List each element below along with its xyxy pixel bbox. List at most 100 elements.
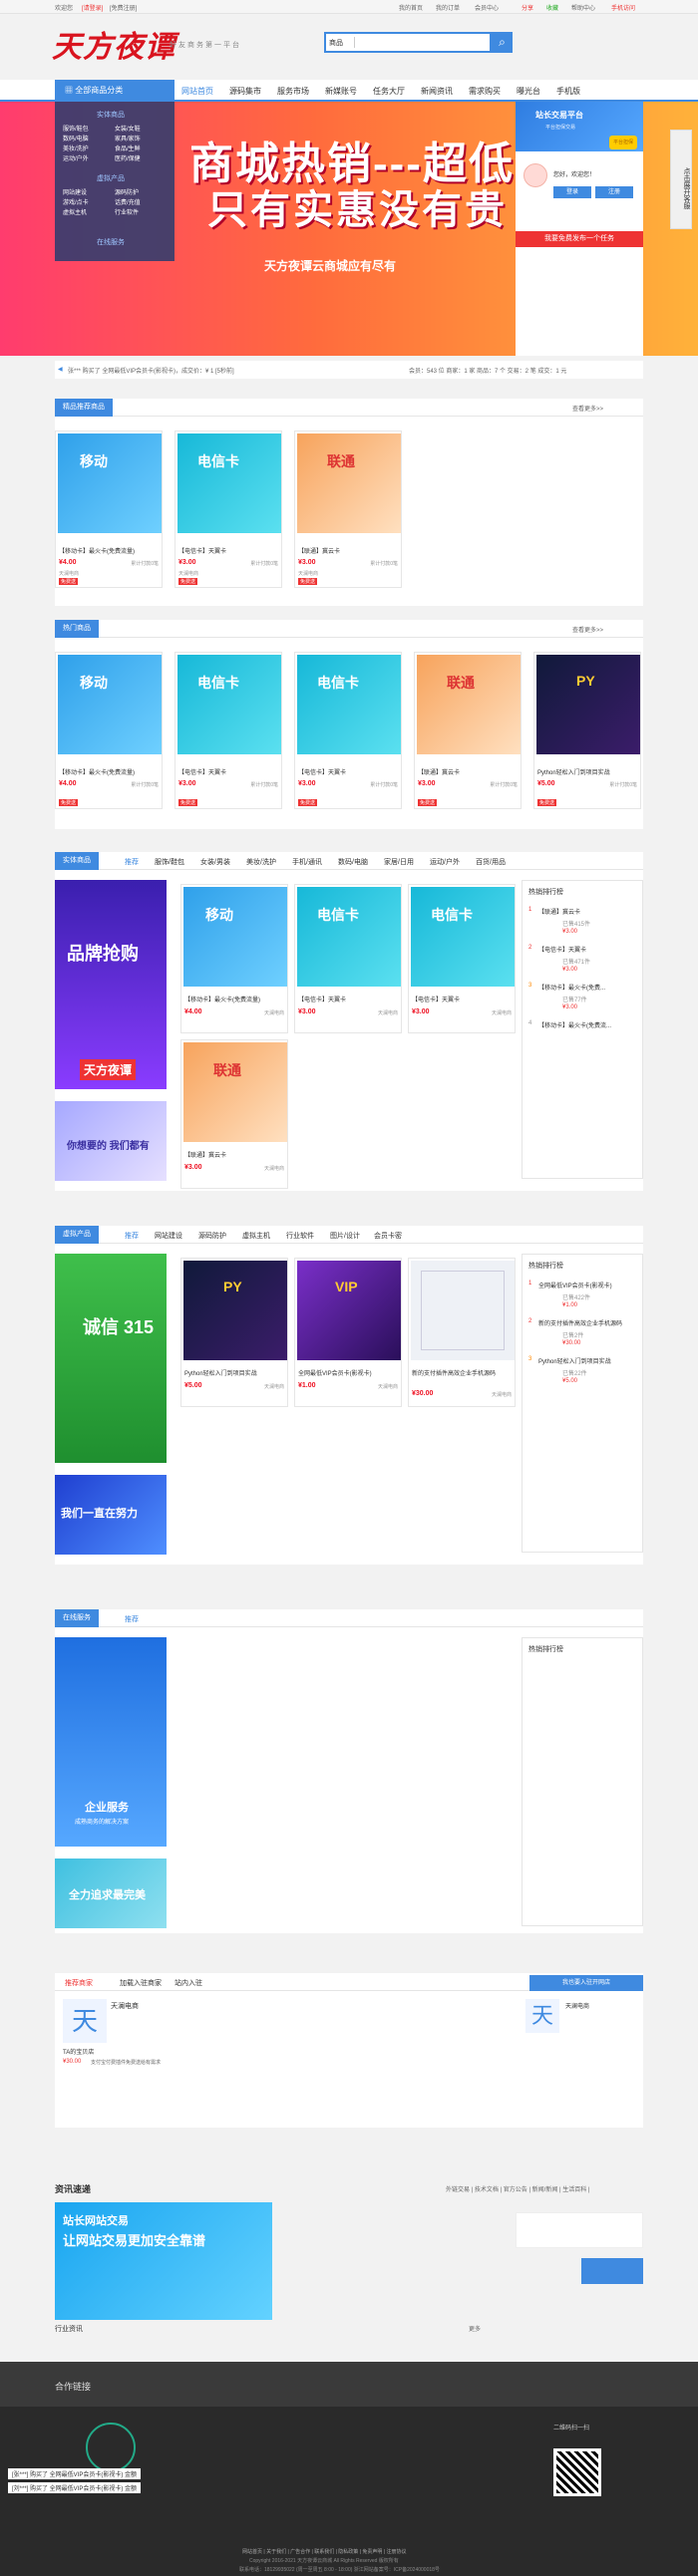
product-title[interactable]: 【移动卡】最火卡(免费流量): [59, 767, 163, 776]
virtual-tab[interactable]: 会员卡密: [374, 1231, 402, 1241]
product-card[interactable]: 电信卡 【电信卡】天翼卡 ¥3.00 天澜电商: [408, 884, 516, 1033]
menu-group-virtual[interactable]: 虚拟产品: [97, 173, 125, 183]
top-link-fav[interactable]: 收藏: [546, 3, 558, 12]
product-card[interactable]: 移动 【移动卡】最火卡(免费流量) ¥4.00 累计付款0笔 免费送: [55, 652, 163, 809]
rank-item[interactable]: 全网最低VIP会员卡(影视卡): [538, 1281, 638, 1289]
shop-logo-2[interactable]: 天: [525, 1999, 559, 2033]
physical-tab[interactable]: 数码/电脑: [338, 857, 368, 867]
product-card[interactable]: 移动 【移动卡】最火卡(免费流量) ¥4.00 累计付款0笔 天澜电商 免费送: [55, 430, 163, 588]
virtual-tab[interactable]: 图片/设计: [330, 1231, 360, 1241]
merchant-tab[interactable]: 推荐商家: [65, 1978, 93, 1988]
product-title[interactable]: 【移动卡】最火卡(免费流量): [184, 995, 288, 1003]
top-link-orders[interactable]: 我的订单: [436, 3, 460, 12]
register-button[interactable]: 注册: [595, 186, 633, 198]
menu-item[interactable]: 医药/保健: [115, 153, 141, 162]
open-shop-button[interactable]: 我也要入驻开网店: [529, 1975, 643, 1991]
menu-item[interactable]: 话费/充值: [115, 197, 141, 206]
product-card[interactable]: 新的支付插件高效企业手机源码 ¥30.00 天澜电商: [408, 1258, 516, 1407]
physical-tab[interactable]: 美妆/洗护: [246, 857, 276, 867]
merchant-tab[interactable]: 站内入驻: [174, 1978, 202, 1988]
news-more[interactable]: 更多: [469, 2324, 481, 2333]
product-title[interactable]: 全网最低VIP会员卡(影视卡): [298, 1368, 402, 1377]
nav-news[interactable]: 新闻资讯: [421, 86, 453, 97]
product-title[interactable]: 【联通】冀云卡: [418, 767, 522, 776]
search-box[interactable]: 商品: [324, 32, 492, 53]
physical-tab[interactable]: 女装/男装: [200, 857, 230, 867]
menu-item[interactable]: 美妆/洗护: [63, 143, 89, 152]
product-card[interactable]: PY Python轻松入门到项目实战 ¥5.00 累计付款0笔 免费送: [533, 652, 641, 809]
menu-item[interactable]: 源码防护: [115, 187, 139, 196]
product-card[interactable]: 电信卡 【电信卡】天翼卡 ¥3.00 累计付款0笔 免费送: [174, 652, 282, 809]
category-menu-button[interactable]: ▦ 全部商品分类: [55, 80, 174, 102]
shop-name[interactable]: 天澜电商: [111, 2001, 139, 2011]
product-title[interactable]: Python轻松入门到项目实战: [537, 767, 641, 776]
shop-item[interactable]: 支付宝付费插件免费送给有需求: [91, 2059, 161, 2066]
news-banner[interactable]: 站长网站交易 让网站交易更加安全靠谱: [55, 2202, 272, 2320]
rank-item[interactable]: 新的支付插件高效企业手机源码: [538, 1318, 638, 1327]
product-title[interactable]: 【电信卡】天翼卡: [178, 546, 282, 555]
menu-item[interactable]: 服饰/鞋包: [63, 124, 89, 133]
physical-tab[interactable]: 家居/日用: [384, 857, 414, 867]
virtual-tab[interactable]: 行业软件: [286, 1231, 314, 1241]
physical-tab[interactable]: 服饰/鞋包: [155, 857, 184, 867]
product-card[interactable]: 电信卡 【电信卡】天翼卡 ¥3.00 天澜电商: [294, 884, 402, 1033]
product-card[interactable]: 联通 【联通】冀云卡 ¥3.00 天澜电商: [180, 1039, 288, 1189]
nav-home[interactable]: 网站首页: [181, 86, 213, 97]
nav-task[interactable]: 任务大厅: [373, 86, 405, 97]
product-title[interactable]: 【电信卡】天翼卡: [412, 995, 516, 1003]
footer-links[interactable]: 网站首页 | 关于我们 | 广告合作 | 联系我们 | 隐私政策 | 免责声明 …: [242, 2548, 406, 2555]
menu-item[interactable]: 游戏/点卡: [63, 197, 89, 206]
promo-banner[interactable]: 企业服务 成熟商务的解决方案: [55, 1637, 167, 1847]
menu-group-physical[interactable]: 实体商品: [97, 110, 125, 120]
nav-expose[interactable]: 曝光台: [517, 86, 540, 97]
service-tab[interactable]: 推荐: [125, 1614, 139, 1624]
product-card[interactable]: VIP 全网最低VIP会员卡(影视卡) ¥1.00 天澜电商: [294, 1258, 402, 1407]
top-link-home[interactable]: 我的首页: [399, 3, 423, 12]
product-title[interactable]: 新的支付插件高效企业手机源码: [412, 1368, 516, 1386]
menu-item[interactable]: 数码/电脑: [63, 134, 89, 143]
menu-item[interactable]: 运动/户外: [63, 153, 89, 162]
physical-tab[interactable]: 推荐: [125, 857, 139, 867]
physical-tab[interactable]: 手机/通讯: [292, 857, 322, 867]
product-card[interactable]: 移动 【移动卡】最火卡(免费流量) ¥4.00 天澜电商: [180, 884, 288, 1033]
product-card[interactable]: 联通 【联通】冀云卡 ¥3.00 累计付款0笔 免费送: [414, 652, 522, 809]
promo-banner-2[interactable]: 我们一直在努力: [55, 1475, 167, 1555]
rank-item[interactable]: 【移动卡】最火卡(免费流...: [538, 1020, 611, 1029]
shop-name-2[interactable]: 天澜电商: [565, 2001, 589, 2010]
ticker-text[interactable]: 张*** 购买了 全网最低VIP会员卡(影视卡)，成交价：¥ 1 [5秒前]: [68, 366, 234, 375]
virtual-tab[interactable]: 推荐: [125, 1231, 139, 1241]
top-link-member[interactable]: 会员中心: [475, 3, 499, 12]
register-link[interactable]: [免费注册]: [110, 3, 137, 12]
product-title[interactable]: 【电信卡】天翼卡: [298, 767, 402, 776]
menu-item[interactable]: 家具/家饰: [115, 134, 141, 143]
nav-mobile[interactable]: 手机版: [556, 86, 580, 97]
promo-banner-2[interactable]: 全力追求最完美: [55, 1859, 167, 1928]
recommend-more-link[interactable]: 查看更多>>: [572, 404, 603, 413]
news-ad-1[interactable]: [516, 2212, 643, 2248]
product-title[interactable]: 【联通】冀云卡: [184, 1150, 288, 1159]
menu-item[interactable]: 行业软件: [115, 207, 139, 216]
merchant-tab[interactable]: 加载入驻商家: [120, 1978, 162, 1988]
hot-more-link[interactable]: 查看更多>>: [572, 625, 603, 634]
rank-item[interactable]: Python轻松入门到项目实战: [538, 1356, 638, 1365]
search-button[interactable]: ⌕: [492, 32, 513, 53]
product-title[interactable]: 【移动卡】最火卡(免费流量): [59, 546, 163, 555]
top-link-mobile[interactable]: 手机访问: [611, 3, 635, 12]
login-button[interactable]: 登录: [553, 186, 591, 198]
login-link[interactable]: [请登录]: [82, 3, 103, 12]
product-title[interactable]: 【电信卡】天翼卡: [178, 767, 282, 776]
news-links[interactable]: 外链交易 | 技术文档 | 官方公告 | 新闻/新闻 | 生活百科 |: [446, 2184, 589, 2193]
menu-item[interactable]: 虚拟主机: [63, 207, 87, 216]
customer-service-tab[interactable]: 点击展开客服: [670, 130, 692, 229]
product-title[interactable]: Python轻松入门到项目实战: [184, 1368, 288, 1377]
search-category[interactable]: 商品: [329, 38, 343, 48]
site-logo[interactable]: 天方夜谭: [52, 22, 175, 66]
nav-demand[interactable]: 需求购买: [469, 86, 501, 97]
physical-tab[interactable]: 百货/用品: [476, 857, 506, 867]
product-card[interactable]: 电信卡 【电信卡】天翼卡 ¥3.00 累计付款0笔 天澜电商 免费送: [174, 430, 282, 588]
menu-item[interactable]: 食品/生鲜: [115, 143, 141, 152]
footer-ticker-1[interactable]: [张***] 购买了 全网最低VIP会员卡(影视卡) 金额: [8, 2468, 142, 2479]
menu-item[interactable]: 女装/女鞋: [115, 124, 141, 133]
rank-item[interactable]: 【电信卡】天翼卡: [538, 945, 586, 954]
menu-item[interactable]: 网站建设: [63, 187, 87, 196]
